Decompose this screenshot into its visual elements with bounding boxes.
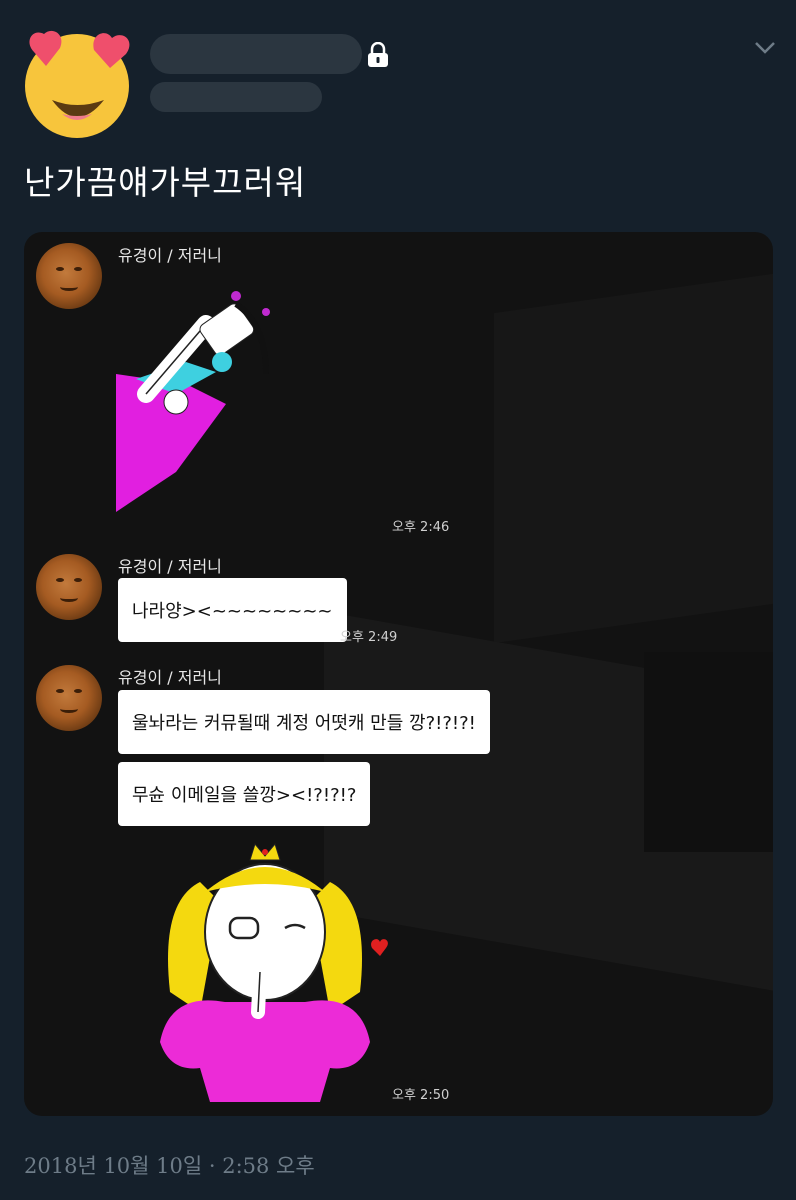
chat-bubble[interactable]: 울놔라는 커뮤될때 계정 어떳캐 만들 깡?!?!?! [118, 690, 490, 754]
chevron-down-icon[interactable] [754, 40, 776, 59]
handle-redacted [150, 82, 322, 112]
chat-sender-name: 유경이 / 저러니 [118, 246, 222, 265]
chat-avatar [36, 243, 102, 309]
heart-eyes-emoji-icon [25, 30, 130, 138]
message-time: 오후 2:49 [340, 630, 398, 645]
lock-icon [366, 41, 390, 72]
message-time: 오후 2:46 [392, 520, 450, 535]
tweet-text: 난가끔얘가부끄러워 [24, 163, 307, 202]
profile-avatar[interactable] [18, 22, 136, 140]
princess-wink-sticker [140, 842, 390, 1106]
chat-bubble[interactable]: 나라양><~~~~~~~~ [118, 578, 347, 642]
chat-sender-name: 유경이 / 저러니 [118, 668, 222, 687]
tweet-timestamp[interactable]: 2018년 10월 10일 · 2:58 오후 [24, 1150, 315, 1180]
princess-sticker [116, 284, 286, 518]
chat-sender-name: 유경이 / 저러니 [118, 557, 222, 576]
chat-avatar [36, 554, 102, 620]
chat-avatar [36, 665, 102, 731]
chat-bubble[interactable]: 무슌 이메일을 쓸깡><!?!?!? [118, 762, 371, 826]
display-name-redacted [150, 34, 362, 74]
tweet-media-image[interactable]: 유경이 / 저러니 오후 2:46 유경이 / 저러니 나라양><~~~~~~~… [24, 232, 773, 1116]
message-time: 오후 2:50 [392, 1088, 450, 1103]
